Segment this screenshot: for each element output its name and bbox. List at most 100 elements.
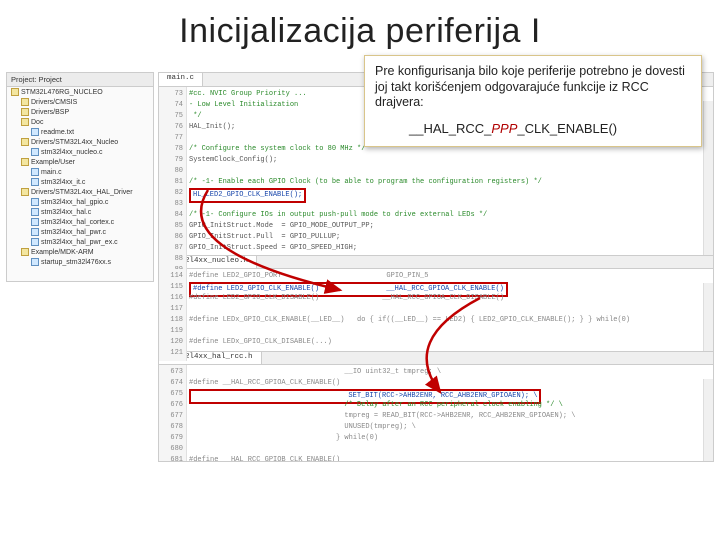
file-icon [21,248,29,256]
tree-label: stm32l4xx_hal_gpio.c [41,199,108,206]
tree-label: STM32L476RG_NUCLEO [21,89,103,96]
tree-label: stm32l4xx_hal_cortex.c [41,219,114,226]
project-panel: Project: Project STM32L476RG_NUCLEO Drive… [6,72,154,282]
code-line: SystemClock_Config(); [189,155,711,166]
highlighted-code: HL_LED2_GPIO_CLK_ENABLE(); [189,188,306,203]
file-icon [21,118,29,126]
code-line [189,254,711,265]
scrollbar-2[interactable] [703,283,713,351]
code-line: GPIO_InitStruct.Speed = GPIO_SPEED_HIGH; [189,243,711,254]
tree-label: stm32l4xx_hal.c [41,209,91,216]
code-line: UNUSED(tmpreg); \ [189,422,711,433]
callout-text: Pre konfigurisanja bilo koje periferije … [375,64,691,111]
code-line: HL_LED2_GPIO_CLK_ENABLE(); [189,188,711,199]
file-icon [31,178,39,186]
code-line: tmpreg = READ_BIT(RCC->AHB2ENR, RCC_AHB2… [189,411,711,422]
tree-item[interactable]: Example/User [7,157,153,167]
code-line: #define __HAL_RCC_GPIOA_CLK_ENABLE() [189,378,711,389]
tree-label: readme.txt [41,129,74,136]
file-icon [31,148,39,156]
tree-label: stm32l4xx_it.c [41,179,85,186]
tree-label: stm32l4xx_nucleo.c [41,149,102,156]
code-line: /* Delay after an RCC peripheral clock e… [189,400,711,411]
scrollbar-1[interactable] [703,101,713,255]
file-icon [31,128,39,136]
file-icon [31,258,39,266]
code-line: GPIO_InitStruct.Pull = GPIO_PULLUP; [189,232,711,243]
code-line: #define LED2_GPIO_CLK_ENABLE() __HAL_RCC… [189,282,711,293]
code-line: SET_BIT(RCC->AHB2ENR, RCC_AHB2ENR_GPIOAE… [189,389,711,400]
file-icon [11,88,19,96]
code-line: #define __HAL_RCC_GPIOB_CLK_ENABLE() [189,455,711,462]
tree-item[interactable]: STM32L476RG_NUCLEO [7,87,153,97]
code-line [189,166,711,177]
tree-label: stm32l4xx_hal_pwr_ex.c [41,239,118,246]
tree-item[interactable]: Doc [7,117,153,127]
gutter-3: 673674675676677678679680681682 [159,365,187,462]
code-line: #define LED2_GPIO_CLK_DISABLE() __HAL_RC… [189,293,711,304]
tree-item[interactable]: stm32l4xx_hal_cortex.c [7,217,153,227]
tree-label: startup_stm32l476xx.s [41,259,111,266]
tree-label: Doc [31,119,43,126]
code-line: /* -1- Configure IOs in output push-pull… [189,210,711,221]
page-title: Inicijalizacija periferija I [0,0,720,57]
code-line: /* -1- Enable each GPIO Clock (to be abl… [189,177,711,188]
callout-macro: __HAL_RCC_PPP_CLK_ENABLE() [375,111,691,136]
file-icon [31,218,39,226]
tree-item[interactable]: Drivers/STM32L4xx_HAL_Driver [7,187,153,197]
code-line: #define LEDx_GPIO_CLK_ENABLE(__LED__) do… [189,315,711,326]
tree-item[interactable]: Drivers/BSP [7,107,153,117]
file-icon [31,208,39,216]
tree-label: Drivers/STM32L4xx_Nucleo [31,139,118,146]
tree-label: Example/MDK-ARM [31,249,94,256]
tree-label: Example/User [31,159,75,166]
tree-item[interactable]: Example/MDK-ARM [7,247,153,257]
tree-item[interactable]: stm32l4xx_it.c [7,177,153,187]
tree-item[interactable]: Drivers/STM32L4xx_Nucleo [7,137,153,147]
code-lines-3[interactable]: __IO uint32_t tmpreg; \#define __HAL_RCC… [189,367,711,462]
file-icon [31,168,39,176]
code-line [189,444,711,455]
gutter-2: 114115116117118119120121 [159,269,187,361]
tree-label: Drivers/CMSIS [31,99,77,106]
tree-item[interactable]: main.c [7,167,153,177]
tree-item[interactable]: stm32l4xx_hal_pwr_ex.c [7,237,153,247]
code-line: } while(0) [189,433,711,444]
code-lines-2[interactable]: #define LED2_GPIO_PORT GPIO_PIN_5#define… [189,271,711,348]
code-line: #define LED2_GPIO_PORT GPIO_PIN_5 [189,271,711,282]
tree-item[interactable]: startup_stm32l476xx.s [7,257,153,267]
code-line: GPIO_InitStruct.Mode = GPIO_MODE_OUTPUT_… [189,221,711,232]
macro-prefix: __HAL_RCC_ [409,121,491,136]
tree-item[interactable]: stm32l4xx_hal.c [7,207,153,217]
file-icon [21,98,29,106]
file-icon [21,188,29,196]
tree-label: Drivers/BSP [31,109,69,116]
tab-bar-3: stm32l4xx_hal_rcc.h [159,351,713,365]
code-line [189,326,711,337]
macro-ppp: PPP [491,121,517,136]
tree-label: Drivers/STM32L4xx_HAL_Driver [31,189,133,196]
file-icon [31,198,39,206]
project-header: Project: Project [7,73,153,87]
tab-main-c[interactable]: main.c [159,73,203,86]
tree-item[interactable]: stm32l4xx_hal_pwr.c [7,227,153,237]
scrollbar-3[interactable] [703,379,713,462]
code-pane-3: 673674675676677678679680681682 __IO uint… [159,365,713,462]
file-icon [31,238,39,246]
file-icon [21,158,29,166]
tree-label: stm32l4xx_hal_pwr.c [41,229,106,236]
code-line: __IO uint32_t tmpreg; \ [189,367,711,378]
code-pane-2: 114115116117118119120121 #define LED2_GP… [159,269,713,351]
macro-suffix: _CLK_ENABLE() [517,121,617,136]
file-icon [31,228,39,236]
tree-item[interactable]: stm32l4xx_hal_gpio.c [7,197,153,207]
tree-item[interactable]: readme.txt [7,127,153,137]
code-line: #define LEDx_GPIO_CLK_DISABLE(...) [189,337,711,348]
file-icon [21,138,29,146]
tree-item[interactable]: Drivers/CMSIS [7,97,153,107]
code-line [189,304,711,315]
callout-box: Pre konfigurisanja bilo koje periferije … [364,55,702,147]
file-icon [21,108,29,116]
tree-item[interactable]: stm32l4xx_nucleo.c [7,147,153,157]
project-tree[interactable]: STM32L476RG_NUCLEO Drivers/CMSIS Drivers/B… [7,87,153,267]
